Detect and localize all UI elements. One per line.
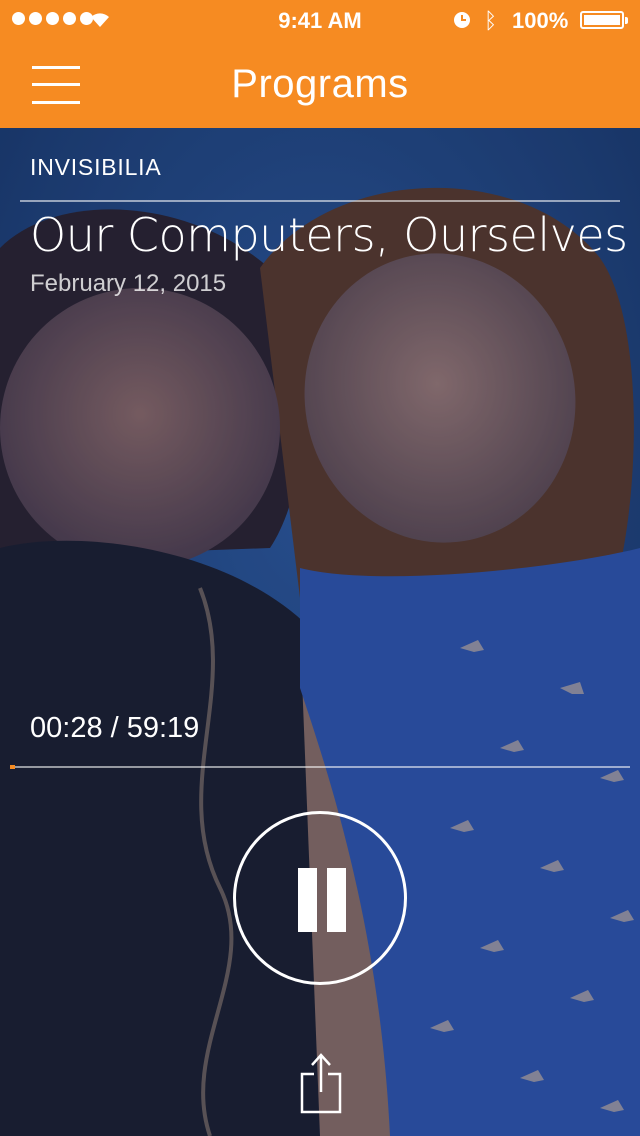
alarm-icon xyxy=(454,12,470,28)
episode-date: February 12, 2015 xyxy=(30,270,227,297)
page-title: Programs xyxy=(231,62,409,106)
episode-hero: INVISIBILIA Our Computers, Ourselves Feb… xyxy=(0,128,640,1136)
share-icon[interactable] xyxy=(300,1052,342,1114)
nav-bar: Programs xyxy=(0,40,640,128)
bluetooth-icon: ᛒ xyxy=(484,8,498,33)
status-bar: 9:41 AM ᛒ 100% xyxy=(0,0,640,40)
progress-fill xyxy=(10,765,15,769)
pause-button[interactable] xyxy=(233,811,407,985)
playback-timecode: 00:28 / 59:19 xyxy=(30,712,200,744)
playback-progress-bar[interactable] xyxy=(10,765,630,769)
battery-percent: 100% xyxy=(512,8,569,33)
episode-title: Our Computers, Ourselves xyxy=(30,208,628,262)
battery-icon xyxy=(580,11,628,29)
pause-icon xyxy=(298,868,317,932)
program-name[interactable]: INVISIBILIA xyxy=(30,154,162,181)
divider xyxy=(20,200,620,202)
